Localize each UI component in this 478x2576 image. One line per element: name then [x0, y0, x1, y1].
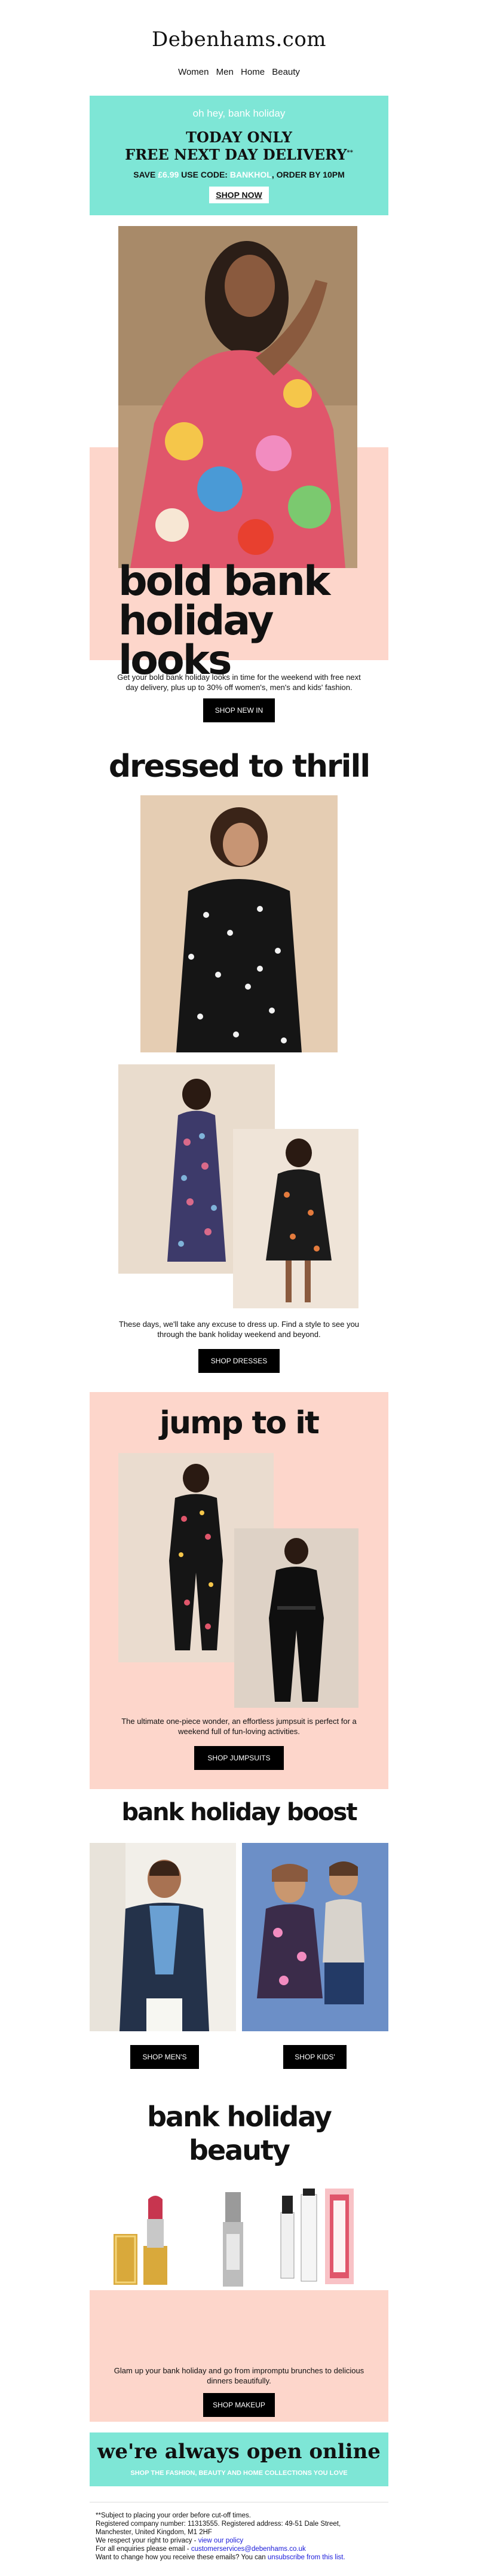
hero-photo-woman-floral-dress[interactable]: [118, 226, 357, 568]
photo-primer-tube[interactable]: [218, 2192, 248, 2288]
footer-legal: **Subject to placing your order before c…: [96, 2511, 394, 2562]
shop-dresses-button[interactable]: SHOP DRESSES: [198, 1349, 280, 1373]
shop-jumpsuits-button[interactable]: SHOP JUMPSUITS: [194, 1746, 284, 1770]
photo-mens-knitwear[interactable]: [90, 1843, 236, 2031]
always-open-title: we're always open online: [97, 2440, 381, 2464]
shop-mens-button[interactable]: SHOP MEN'S: [130, 2045, 199, 2069]
photo-black-floral-dress[interactable]: [140, 795, 338, 1052]
photo-kids-fashion[interactable]: [242, 1843, 388, 2031]
promo-headline-2: FREE NEXT DAY DELIVERY**: [125, 146, 353, 163]
beauty-title: bank holiday beauty: [147, 2101, 332, 2166]
dresses-title: dressed to thrill: [108, 749, 370, 785]
nav-item-beauty[interactable]: Beauty: [272, 67, 300, 77]
always-open-banner[interactable]: we're always open online SHOP THE FASHIO…: [90, 2432, 388, 2486]
footer-line-privacy: We respect your right to privacy - view …: [96, 2537, 244, 2544]
promo-greeting: oh hey, bank holiday: [192, 108, 286, 119]
promo-headline-1: TODAY ONLY: [186, 129, 292, 146]
footer-line-address: Manchester, United Kingdom, M1 2HF: [96, 2529, 212, 2536]
dresses-body-text: These days, we'll take any excuse to dre…: [118, 1320, 360, 1339]
unsubscribe-link[interactable]: unsubscribe from this list.: [268, 2554, 345, 2561]
photo-black-utility-jumpsuit[interactable]: [234, 1528, 358, 1708]
privacy-policy-link[interactable]: view our policy: [198, 2537, 243, 2544]
footer-line-cutoff: **Subject to placing your order before c…: [96, 2512, 251, 2519]
nav-item-home[interactable]: Home: [241, 67, 265, 77]
customer-service-email-link[interactable]: customerservices@debenhams.co.uk: [191, 2546, 306, 2553]
footer-line-company: Registered company number: 11313555. Reg…: [96, 2520, 341, 2528]
beauty-body-text: Glam up your bank holiday and go from im…: [114, 2366, 364, 2385]
footer-line-enquiries: For all enquiries please email - custome…: [96, 2546, 306, 2553]
shop-now-button[interactable]: SHOP NOW: [209, 187, 269, 203]
jumpsuits-body-text: The ultimate one-piece wonder, an effort…: [121, 1717, 357, 1736]
boost-title: bank holiday boost: [121, 1799, 358, 1826]
hero-body-text: Get your bold bank holiday looks in time…: [117, 673, 361, 692]
email-page: Debenhams.com Women Men Home Beauty oh h…: [0, 0, 478, 2576]
top-nav: Women Men Home Beauty: [0, 67, 478, 77]
promo-banner[interactable]: oh hey, bank holiday TODAY ONLY FREE NEX…: [90, 96, 388, 215]
photo-mascara-products[interactable]: [275, 2189, 370, 2288]
nav-item-women[interactable]: Women: [178, 67, 209, 77]
footer-line-unsubscribe: Want to change how you receive these ema…: [96, 2554, 345, 2561]
always-open-subtitle: SHOP THE FASHION, BEAUTY AND HOME COLLEC…: [130, 2470, 348, 2477]
photo-ruffle-mini-dress[interactable]: [233, 1129, 358, 1308]
shop-new-in-button[interactable]: SHOP NEW IN: [203, 698, 275, 722]
promo-code-line: SAVE £6.99 USE CODE: BANKHOL, ORDER BY 1…: [133, 170, 345, 179]
shop-makeup-button[interactable]: SHOP MAKEUP: [203, 2393, 275, 2417]
nav-item-men[interactable]: Men: [216, 67, 234, 77]
shop-kids-button[interactable]: SHOP KIDS': [283, 2045, 347, 2069]
jumpsuits-title: jump to it: [160, 1405, 320, 1441]
debenhams-logo[interactable]: Debenhams.com: [0, 28, 478, 51]
hero-title: bold bank holiday looks: [118, 558, 330, 684]
photo-lipstick[interactable]: [108, 2192, 179, 2288]
